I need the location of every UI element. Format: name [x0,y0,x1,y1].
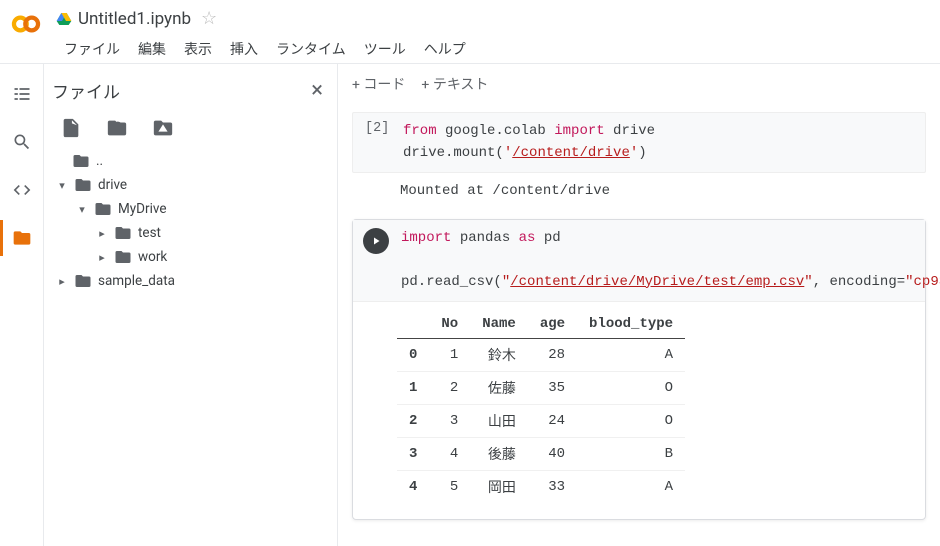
menu-bar: ファイル 編集 表示 挿入 ランタイム ツール ヘルプ [56,29,932,63]
tree-updir[interactable]: .. [52,149,329,173]
close-icon[interactable]: × [305,78,329,103]
mount-drive-icon[interactable] [152,117,174,139]
table-row: 45岡田33A [397,471,685,504]
menu-file[interactable]: ファイル [56,35,128,63]
chevron-down-icon[interactable]: ▾ [56,179,68,192]
menu-insert[interactable]: 挿入 [222,35,266,63]
table-row: 34後藤40B [397,438,685,471]
code-block[interactable]: from google.colab import drive drive.mou… [403,121,655,164]
chevron-right-icon[interactable]: ▸ [96,227,108,240]
app-header: Untitled1.ipynb ☆ ファイル 編集 表示 挿入 ランタイム ツー… [0,0,940,63]
menu-view[interactable]: 表示 [176,35,220,63]
tree-work[interactable]: ▸ work [52,245,329,269]
colab-logo [8,6,44,42]
menu-runtime[interactable]: ランタイム [268,35,354,63]
drive-icon [56,11,72,27]
add-text-button[interactable]: + テキスト [421,74,488,94]
upload-icon[interactable] [60,117,82,139]
cell-prompt: [2] [365,121,391,164]
code-block[interactable]: import pandas as pd pd.read_csv("/conten… [401,228,940,293]
refresh-icon[interactable] [106,117,128,139]
cell-output: Mounted at /content/drive [352,173,926,203]
tree-test[interactable]: ▸ test [52,221,329,245]
rail-files-icon[interactable] [10,226,34,250]
notebook-title[interactable]: Untitled1.ipynb [78,9,191,29]
rail-toc-icon[interactable] [10,82,34,106]
tree-drive[interactable]: ▾ drive [52,173,329,197]
sidebar-title: ファイル [52,78,120,103]
chevron-down-icon[interactable]: ▾ [76,203,88,216]
tree-sample-data[interactable]: ▸ sample_data [52,269,329,293]
menu-tools[interactable]: ツール [356,35,414,63]
rail-code-icon[interactable] [10,178,34,202]
chevron-right-icon[interactable]: ▸ [96,251,108,264]
left-rail [0,64,44,546]
add-code-button[interactable]: + コード [352,74,405,94]
code-cell-2[interactable]: import pandas as pd pd.read_csv("/conten… [352,219,926,520]
table-row: 01鈴木28A [397,339,685,372]
table-row: 23山田24O [397,405,685,438]
rail-search-icon[interactable] [10,130,34,154]
run-button[interactable] [363,228,389,254]
menu-help[interactable]: ヘルプ [416,35,474,63]
notebook-content: + コード + テキスト [2] from google.colab impor… [338,64,940,546]
files-sidebar: ファイル × .. ▾ drive ▾ MyDrive ▸ [44,64,338,546]
chevron-right-icon[interactable]: ▸ [56,275,68,288]
star-icon[interactable]: ☆ [201,8,217,29]
tree-mydrive[interactable]: ▾ MyDrive [52,197,329,221]
table-row: 12佐藤35O [397,372,685,405]
code-cell-1[interactable]: [2] from google.colab import drive drive… [352,112,926,203]
cell-toolbar: + コード + テキスト [338,64,940,104]
file-tree: .. ▾ drive ▾ MyDrive ▸ test ▸ work [52,149,329,293]
menu-edit[interactable]: 編集 [130,35,174,63]
dataframe-output: No Name age blood_type 01鈴木28A12佐藤35O23山… [397,310,685,503]
